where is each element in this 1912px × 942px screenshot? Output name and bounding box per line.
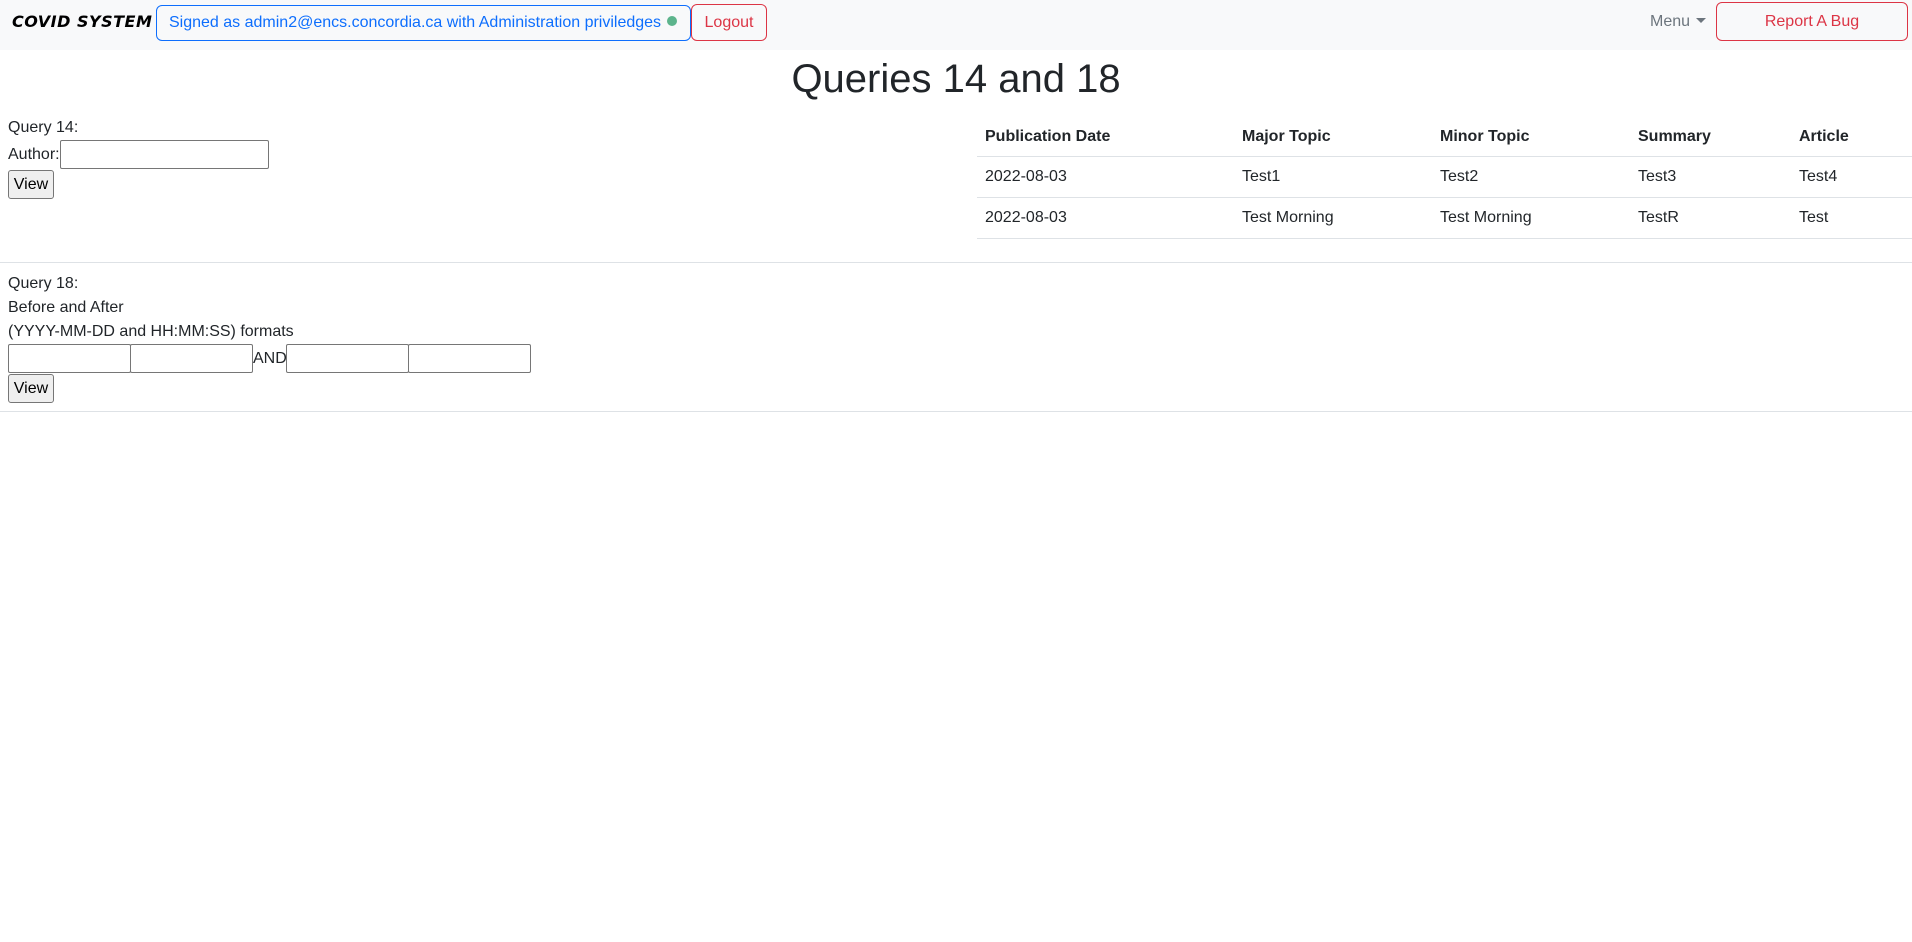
page-title: Queries 14 and 18	[791, 57, 1121, 101]
table-cell: 2022-08-03	[977, 197, 1234, 239]
query14-label: Query 14:	[8, 119, 79, 136]
section-divider	[0, 411, 1912, 412]
table-cell: Test2	[1432, 156, 1630, 198]
table-cell: Test	[1791, 197, 1912, 239]
table-cell: Test Morning	[1234, 197, 1432, 239]
column-header: Publication Date	[977, 118, 1234, 157]
author-label: Author:	[8, 146, 60, 163]
results-table: Publication Date Major Topic Minor Topic…	[977, 118, 1912, 239]
table-cell: Test Morning	[1432, 197, 1630, 239]
section-divider	[0, 262, 1912, 263]
table-header-row: Publication Date Major Topic Minor Topic…	[977, 118, 1912, 157]
table-row: 2022-08-03 Test1 Test2 Test3 Test4	[977, 156, 1912, 198]
column-header: Major Topic	[1234, 118, 1432, 157]
logout-button[interactable]: Logout	[691, 4, 767, 41]
column-header: Minor Topic	[1432, 118, 1630, 157]
query18-label: Query 18:	[8, 275, 79, 292]
and-label: AND	[253, 350, 287, 367]
author-input[interactable]	[60, 140, 269, 169]
table-cell: Test3	[1630, 156, 1791, 198]
before-after-label: Before and After	[8, 299, 124, 316]
caret-down-icon	[1696, 18, 1707, 23]
menu-label: Menu	[1650, 13, 1691, 30]
menu-dropdown[interactable]: Menu	[1650, 13, 1707, 31]
column-header: Article	[1791, 118, 1912, 157]
table-cell: Test4	[1791, 156, 1912, 198]
navbar: COVID SYSTEM Signed as admin2@encs.conco…	[0, 0, 1912, 50]
formats-hint: (YYYY-MM-DD and HH:MM:SS) formats	[8, 323, 294, 340]
query18-view-button[interactable]: View	[8, 374, 54, 403]
signed-in-badge: Signed as admin2@encs.concordia.ca with …	[156, 5, 691, 41]
brand-logo[interactable]: COVID SYSTEM	[12, 12, 152, 31]
table-cell: Test1	[1234, 156, 1432, 198]
before-time-input[interactable]	[130, 344, 253, 373]
table-cell: 2022-08-03	[977, 156, 1234, 198]
after-time-input[interactable]	[408, 344, 531, 373]
query14-view-button[interactable]: View	[8, 170, 54, 199]
report-bug-button[interactable]: Report A Bug	[1716, 2, 1908, 41]
after-date-input[interactable]	[286, 344, 409, 373]
online-status-icon	[667, 16, 678, 26]
column-header: Summary	[1630, 118, 1791, 157]
table-cell: TestR	[1630, 197, 1791, 239]
table-row: 2022-08-03 Test Morning Test Morning Tes…	[977, 197, 1912, 239]
before-date-input[interactable]	[8, 344, 131, 373]
signed-in-text: Signed as admin2@encs.concordia.ca with …	[169, 14, 662, 31]
